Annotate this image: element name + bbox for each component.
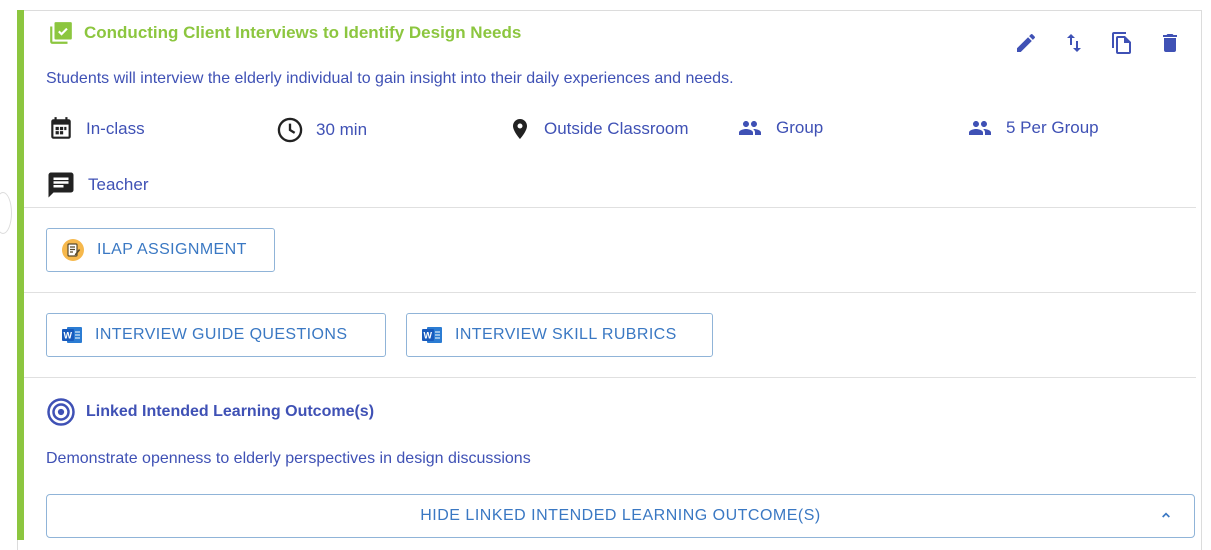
location-pin-icon: [513, 119, 527, 139]
meta-facilitator-value: Teacher: [88, 175, 149, 194]
ilo-heading-text: Linked Intended Learning Outcome(s): [86, 403, 375, 420]
group-size-icon: [969, 121, 991, 135]
meta-location-value: Outside Classroom: [544, 119, 689, 138]
meta-facilitator: Teacher: [46, 170, 148, 200]
meta-duration-value: 30 min: [316, 120, 368, 139]
calendar-icon: [51, 117, 71, 139]
word-document-icon: W: [421, 325, 443, 345]
meta-duration: 30 min: [276, 116, 367, 144]
pencil-icon[interactable]: [1013, 30, 1039, 56]
section-divider: [24, 207, 1196, 208]
copy-icon[interactable]: [1109, 30, 1135, 56]
meta-group-size: 5 Per Group: [966, 116, 1099, 140]
ilo-outcome: Demonstrate openness to elderly perspect…: [46, 450, 531, 467]
activity-header: Conducting Client Interviews to Identify…: [48, 20, 521, 46]
hide-ilo-button[interactable]: HIDE LINKED INTENDED LEARNING OUTCOME(S): [46, 494, 1195, 538]
chevron-up-icon: [1158, 507, 1174, 528]
svg-text:W: W: [424, 331, 433, 341]
resource-label: INTERVIEW GUIDE QUESTIONS: [95, 326, 348, 343]
trash-icon[interactable]: [1157, 30, 1183, 56]
swap-vertical-icon[interactable]: [1061, 30, 1087, 56]
hide-ilo-label: HIDE LINKED INTENDED LEARNING OUTCOME(S): [420, 507, 821, 524]
resource-button-rubrics[interactable]: W INTERVIEW SKILL RUBRICS: [406, 313, 713, 357]
group-icon: [739, 121, 761, 135]
meta-location: Outside Classroom: [508, 116, 689, 142]
meta-mode: In-class: [48, 116, 145, 142]
clock-icon: [277, 117, 303, 143]
ilap-assignment-button[interactable]: ILAP ASSIGNMENT: [46, 228, 275, 272]
collapse-handle[interactable]: [0, 192, 12, 234]
meta-mode-value: In-class: [86, 119, 145, 138]
meta-group-size-value: 5 Per Group: [1006, 118, 1099, 137]
ilo-heading: Linked Intended Learning Outcome(s): [46, 397, 374, 427]
svg-text:W: W: [64, 331, 73, 341]
activity-title: Conducting Client Interviews to Identify…: [84, 23, 522, 42]
assignment-icon: [61, 238, 85, 262]
resource-label: INTERVIEW SKILL RUBRICS: [455, 326, 677, 343]
comment-icon: [48, 172, 74, 198]
activity-accent-bar: [17, 10, 24, 540]
checklist-icon: [48, 20, 74, 46]
meta-grouping-value: Group: [776, 118, 824, 137]
activity-description: Students will interview the elderly indi…: [46, 70, 734, 87]
section-divider: [24, 377, 1196, 378]
section-divider: [24, 292, 1196, 293]
activity-actions: [1013, 30, 1183, 56]
target-icon: [47, 398, 75, 426]
ilap-assignment-label: ILAP ASSIGNMENT: [97, 241, 247, 258]
resource-button-guide[interactable]: W INTERVIEW GUIDE QUESTIONS: [46, 313, 386, 357]
word-document-icon: W: [61, 325, 83, 345]
activity-card: [17, 10, 1202, 550]
meta-grouping: Group: [736, 116, 823, 140]
